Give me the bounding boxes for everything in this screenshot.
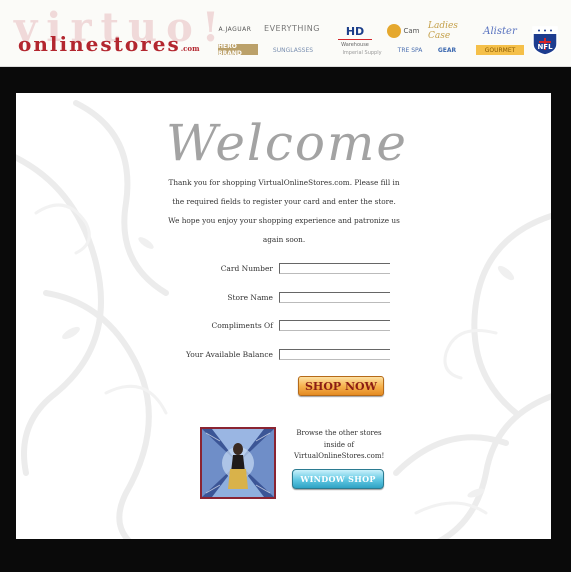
card-number-label: Card Number xyxy=(220,263,273,273)
balance-label: Your Available Balance xyxy=(185,349,273,359)
brand-logo-ladies-case[interactable]: Ladies Case xyxy=(428,21,472,41)
brand-logo-hero[interactable]: HERO BRAND xyxy=(218,43,258,57)
brand-logo-cam[interactable]: Cam xyxy=(382,24,424,38)
brand-logo-ajaguar[interactable]: A.JAGUAR xyxy=(216,24,254,34)
balance-input[interactable] xyxy=(279,348,390,360)
store-name-label: Store Name xyxy=(227,292,273,302)
brand-logo-gourmet[interactable]: GOURMET xyxy=(476,45,524,55)
logo-wordmark-bottom: onlinestores.com xyxy=(18,32,200,56)
compliments-label: Compliments Of xyxy=(211,320,273,330)
browse-stores-text: Browse the other stores inside of Virtua… xyxy=(294,429,385,460)
header-banner: virtuo! onlinestores.com A.JAGUAR HERO B… xyxy=(0,0,571,67)
card-number-input[interactable] xyxy=(279,262,390,274)
shop-now-button[interactable]: SHOP NOW xyxy=(298,376,384,396)
window-shop-image[interactable] xyxy=(200,427,276,499)
cam-circle-icon xyxy=(386,24,401,38)
brand-logo-imperial[interactable]: Imperial Supply xyxy=(336,49,388,56)
welcome-heading: Welcome xyxy=(166,114,409,172)
intro-text: Thank you for shopping VirtualOnlineStor… xyxy=(168,178,400,244)
compliments-row: Compliments Of xyxy=(156,318,416,332)
brand-logo-gear[interactable]: GEAR xyxy=(432,46,462,55)
nfl-shield-icon[interactable]: NFL xyxy=(530,24,560,56)
window-shop-button[interactable]: WINDOW SHOP xyxy=(292,469,384,489)
card-number-row: Card Number xyxy=(156,261,416,275)
brand-logo-sunglasses[interactable]: SUNGLASSES xyxy=(268,46,318,54)
brand-logo-alister[interactable]: Alister xyxy=(480,22,520,40)
compliments-input[interactable] xyxy=(279,319,390,331)
welcome-panel: Welcome Thank you for shopping VirtualOn… xyxy=(16,93,551,539)
store-name-row: Store Name xyxy=(156,290,416,304)
hd-stripe xyxy=(338,39,372,40)
virtuo-logo[interactable]: virtuo! onlinestores.com xyxy=(14,6,219,64)
balance-row: Your Available Balance xyxy=(156,347,416,361)
brand-logo-hd-warehouse[interactable]: HD Warehouse xyxy=(336,26,374,48)
brand-logo-trespa[interactable]: TRE SPA xyxy=(392,46,428,55)
brand-logo-everything[interactable]: EVERYTHING xyxy=(264,22,319,34)
svg-text:NFL: NFL xyxy=(537,43,553,51)
store-name-input[interactable] xyxy=(279,291,390,303)
